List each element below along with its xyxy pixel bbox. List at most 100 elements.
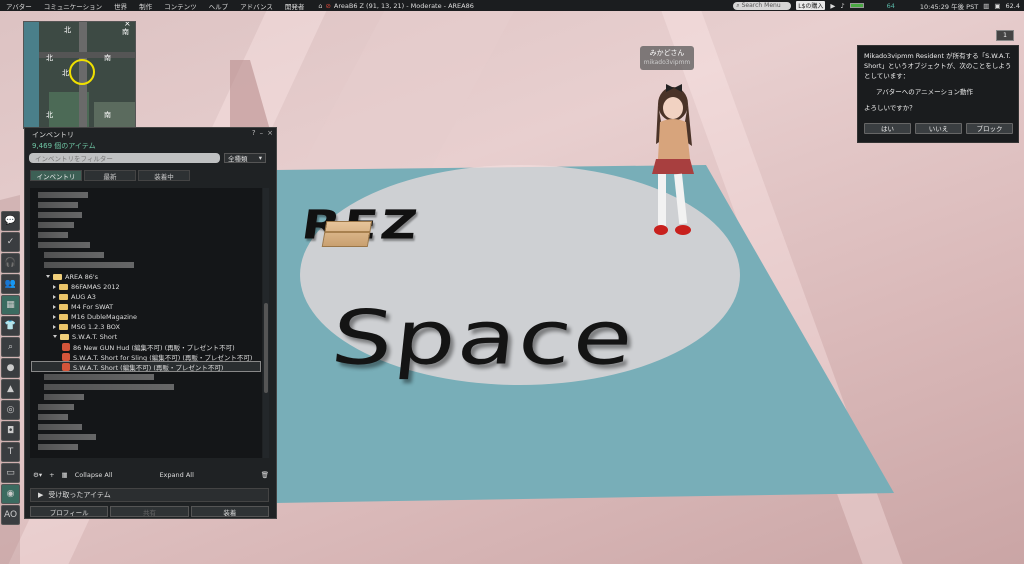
mini-map-icon[interactable]: ◉: [1, 484, 20, 504]
menu-content[interactable]: コンテンツ: [158, 1, 203, 11]
collapse-arrow-icon[interactable]: [53, 314, 56, 319]
folder-aug[interactable]: AUG A3: [53, 292, 96, 301]
menu-avatar[interactable]: アバター: [0, 1, 38, 11]
list-item[interactable]: 86 New GUN Hud (編集不可) (再販・プレゼント不可): [62, 342, 235, 352]
top-menu-bar: アバター コミュニケーション 世界 制作 コンテンツ ヘルプ アドバンス 開発者…: [0, 0, 1024, 11]
menu-communication[interactable]: コミュニケーション: [38, 1, 108, 11]
no-button[interactable]: いいえ: [915, 123, 962, 134]
play-media-icon[interactable]: ▶: [830, 2, 835, 10]
collapse-all-button[interactable]: Collapse All: [75, 471, 113, 479]
collapse-arrow-icon[interactable]: [53, 294, 56, 299]
graph-icon: ▥: [983, 1, 990, 10]
inventory-filter-input[interactable]: インベントリをフィルター: [29, 152, 220, 163]
inventory-tabs: インベントリ 最新 装着中: [25, 164, 276, 181]
search-menu-placeholder: Search Menu: [741, 2, 781, 9]
redacted-item: [38, 242, 90, 248]
folder-open-icon: [53, 273, 62, 280]
inventory-icon[interactable]: ▦: [62, 471, 68, 479]
minimize-icon[interactable]: –: [260, 129, 264, 137]
redacted-item: [38, 444, 78, 450]
menu-build[interactable]: 制作: [133, 1, 158, 11]
tab-worn[interactable]: 装着中: [138, 170, 190, 181]
volume-icon[interactable]: ♪: [840, 2, 844, 10]
folder-label: S.W.A.T. Short: [72, 332, 118, 341]
chat-icon[interactable]: 💬: [1, 211, 20, 231]
camera-icon[interactable]: ◘: [1, 421, 20, 441]
home-icon[interactable]: ⌂: [318, 2, 322, 10]
expand-arrow-icon[interactable]: ▶: [38, 491, 43, 499]
permission-dialog: Mikado3vipmm Resident が所有する「S.W.A.T. Sho…: [857, 45, 1019, 143]
avatar-leg: [658, 174, 666, 226]
wear-button[interactable]: 装着: [190, 506, 269, 517]
avatar-skirt: [652, 159, 694, 174]
notification-counter[interactable]: 1: [996, 30, 1014, 41]
menu-advanced[interactable]: アドバンス: [234, 1, 279, 11]
move-icon[interactable]: T: [1, 442, 20, 462]
collapse-arrow-icon[interactable]: [53, 284, 56, 289]
received-items-panel[interactable]: ▶ 受け取ったアイテム: [30, 488, 269, 502]
folder-icon: [59, 283, 68, 290]
inventory-footer: プロフィール 共有 装着: [30, 506, 269, 517]
menu-develop[interactable]: 開発者: [279, 1, 311, 11]
close-icon[interactable]: ×: [267, 129, 273, 137]
folder-86famas[interactable]: 86FAMAS 2012: [53, 282, 120, 291]
trash-icon[interactable]: 🗑: [261, 471, 269, 479]
collapse-arrow-icon[interactable]: [53, 324, 56, 329]
profile-button[interactable]: プロフィール: [30, 506, 109, 517]
item-type-select[interactable]: 全種類 ▾: [224, 152, 266, 163]
search-menu-input[interactable]: ⌕ Search Menu: [733, 1, 792, 10]
expand-arrow-icon[interactable]: [46, 275, 50, 278]
folder-icon: [59, 323, 68, 330]
mini-map[interactable]: 北 北 南 南 北 南 北 ×: [23, 21, 136, 129]
menu-help[interactable]: ヘルプ: [203, 1, 235, 11]
collapse-arrow-icon[interactable]: [53, 304, 56, 309]
folder-m4[interactable]: M4 For SWAT: [53, 302, 113, 311]
speak-icon[interactable]: ✓: [1, 232, 20, 252]
inventory-icon[interactable]: ▦: [1, 295, 20, 315]
snapshot-icon[interactable]: ◎: [1, 400, 20, 420]
expand-all-button[interactable]: Expand All: [159, 471, 193, 479]
folder-icon: [59, 293, 68, 300]
buy-currency-button[interactable]: L$の購入: [796, 1, 826, 10]
inventory-tree[interactable]: AREA 86's 86FAMAS 2012 AUG A3 M4 For SWA…: [30, 188, 262, 458]
map-icon[interactable]: ▲: [1, 379, 20, 399]
list-item[interactable]: S.W.A.T. Short for Sling (編集不可) (再販・プレゼン…: [62, 352, 253, 362]
tree-scrollbar[interactable]: [263, 188, 269, 458]
inventory-window: インベントリ ? – × 9,469 個のアイテム インベントリをフィルター 全…: [24, 127, 277, 519]
expand-arrow-icon[interactable]: [53, 335, 57, 338]
list-item-selected[interactable]: S.W.A.T. Short (編集不可) (再販・プレゼント不可): [31, 361, 261, 372]
wooden-crate[interactable]: [321, 221, 373, 247]
scroll-thumb[interactable]: [264, 303, 268, 393]
tab-inventory[interactable]: インベントリ: [30, 170, 82, 181]
build-icon[interactable]: ▭: [1, 463, 20, 483]
gear-menu-button[interactable]: ⚙▾: [33, 471, 42, 479]
help-icon[interactable]: ?: [252, 129, 256, 137]
region-info[interactable]: ⌂ ⊘ AreaB6 Z (91, 13, 21) - Moderate - A…: [318, 2, 474, 10]
avatar[interactable]: [630, 84, 710, 244]
inventory-header: インベントリ ? – ×: [25, 128, 276, 141]
places-icon[interactable]: ●: [1, 358, 20, 378]
appearance-icon[interactable]: 👕: [1, 316, 20, 336]
folder-area86[interactable]: AREA 86's: [46, 272, 98, 281]
menu-world[interactable]: 世界: [108, 1, 133, 11]
people-icon[interactable]: 👥: [1, 274, 20, 294]
close-icon[interactable]: ×: [124, 22, 131, 28]
ao-icon[interactable]: AO: [1, 505, 20, 525]
add-button[interactable]: +: [49, 471, 54, 479]
map-label-north: 北: [46, 54, 53, 62]
inventory-toolbar: ⚙▾ + ▦ Collapse All Expand All 🗑: [30, 469, 269, 481]
dialog-action: アバターへのアニメーション動作: [876, 88, 973, 96]
yes-button[interactable]: はい: [864, 123, 911, 134]
voice-icon[interactable]: 🎧: [1, 253, 20, 273]
folder-swat-short[interactable]: S.W.A.T. Short: [53, 332, 117, 341]
item-label: S.W.A.T. Short for Sling (編集不可) (再販・プレゼン…: [73, 353, 253, 362]
fps-value: 62.4: [1005, 1, 1020, 10]
folder-m16[interactable]: M16 DubleMagazine: [53, 312, 137, 321]
share-button[interactable]: 共有: [110, 506, 189, 517]
folder-msg[interactable]: MSG 1.2.3 BOX: [53, 322, 120, 331]
clock-time: 10:45:29 午後 PST: [919, 2, 979, 11]
search-icon[interactable]: ⌕: [1, 337, 20, 357]
chevron-down-icon: ▾: [258, 153, 262, 162]
block-button[interactable]: ブロック: [966, 123, 1013, 134]
tab-recent[interactable]: 最新: [84, 170, 136, 181]
